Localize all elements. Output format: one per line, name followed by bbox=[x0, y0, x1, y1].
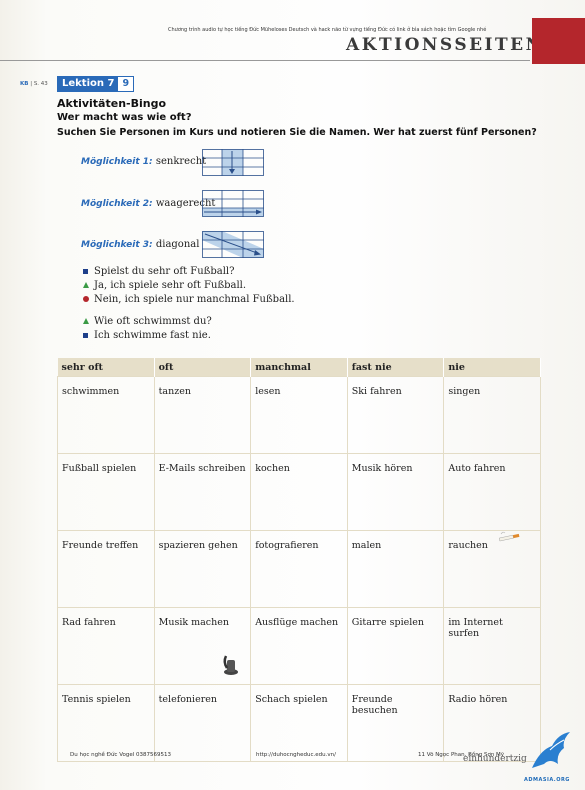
bingo-cell[interactable]: schwimmen bbox=[57, 376, 155, 454]
column-header: oft bbox=[154, 358, 252, 377]
bingo-cell[interactable]: Tennis spielen bbox=[57, 684, 155, 762]
bingo-cell[interactable]: Fußball spielen bbox=[57, 453, 155, 531]
telephone-icon bbox=[223, 655, 238, 675]
option-label: Möglichkeit 1: bbox=[81, 157, 153, 167]
header-rule bbox=[0, 60, 530, 61]
bingo-cell[interactable]: telefonieren bbox=[153, 684, 252, 762]
bingo-table: sehr oft oft manchmal fast nie nie schwi… bbox=[57, 358, 541, 762]
kb-label: KB bbox=[20, 81, 29, 87]
lektion-label: Lektion 7 bbox=[58, 77, 119, 91]
dialogue-line: Wie oft schwimmst du? bbox=[81, 316, 212, 327]
dialogue-text: Wie oft schwimmst du? bbox=[94, 316, 212, 327]
triangle-marker-icon bbox=[81, 281, 90, 290]
page-number-text: einhundertzig bbox=[463, 754, 527, 764]
textbook-page: Chương trình audio tự học tiếng Đức Mühe… bbox=[0, 0, 585, 790]
dialogue-text: Ja, ich spiele sehr oft Fußball. bbox=[94, 280, 247, 291]
bingo-cell[interactable]: Ausflüge machen bbox=[250, 607, 348, 685]
bingo-cell[interactable]: Schach spielen bbox=[250, 684, 348, 762]
triangle-marker-icon bbox=[81, 317, 90, 326]
option-diagonal: Möglichkeit 3: diagonal bbox=[81, 239, 199, 250]
option-label: Möglichkeit 2: bbox=[81, 199, 153, 209]
bingo-cell[interactable]: kochen bbox=[250, 453, 348, 531]
circle-marker-icon bbox=[81, 295, 90, 304]
activity-instruction: Suchen Sie Personen im Kurs und notieren… bbox=[57, 127, 537, 138]
bingo-cell[interactable]: fotografieren bbox=[250, 530, 348, 608]
dialogue-line: Ich schwimme fast nie. bbox=[81, 330, 211, 341]
bingo-cell[interactable]: malen bbox=[346, 530, 445, 608]
table-row: Fußball spielen E-Mails schreiben kochen… bbox=[57, 453, 541, 531]
option-text: senkrecht bbox=[155, 156, 207, 167]
column-header: manchmal bbox=[250, 358, 348, 377]
dialogue-text: Nein, ich spiele nur manchmal Fußball. bbox=[94, 294, 295, 305]
table-row: schwimmen tanzen lesen Ski fahren singen bbox=[57, 376, 541, 454]
lektion-badge: Lektion 7 9 bbox=[57, 76, 135, 92]
vertical-grid-icon bbox=[202, 149, 264, 176]
logo-text: ADMASIA.ORG bbox=[524, 777, 570, 783]
bingo-cell[interactable]: Gitarre spielen bbox=[346, 607, 445, 685]
bingo-cell[interactable]: Musik hören bbox=[346, 453, 445, 531]
dialogue-text: Ich schwimme fast nie. bbox=[94, 330, 211, 341]
diagonal-grid-icon bbox=[202, 231, 264, 258]
bingo-cell[interactable]: Rad fahren bbox=[57, 607, 155, 685]
column-header: nie bbox=[443, 358, 541, 377]
lektion-number: 9 bbox=[118, 77, 134, 91]
bird-logo-icon bbox=[532, 732, 570, 768]
table-header-row: sehr oft oft manchmal fast nie nie bbox=[57, 358, 541, 377]
column-header: fast nie bbox=[347, 358, 445, 377]
option-label: Möglichkeit 3: bbox=[81, 240, 153, 250]
dialogue-line: Nein, ich spiele nur manchmal Fußball. bbox=[81, 294, 295, 305]
cigarette-icon bbox=[498, 531, 520, 542]
chapter-color-tab bbox=[532, 18, 585, 64]
square-marker-icon bbox=[81, 267, 90, 276]
bingo-cell[interactable]: Radio hören bbox=[443, 684, 541, 762]
column-header: sehr oft bbox=[57, 358, 155, 377]
top-note: Chương trình audio tự học tiếng Đức Mühe… bbox=[168, 27, 487, 33]
dialogue-line: Spielst du sehr oft Fußball? bbox=[81, 266, 234, 277]
dialogue-text: Spielst du sehr oft Fußball? bbox=[94, 266, 235, 277]
bingo-cell[interactable]: tanzen bbox=[153, 376, 252, 454]
option-text: diagonal bbox=[155, 239, 200, 250]
square-marker-icon bbox=[81, 331, 90, 340]
horizontal-grid-icon bbox=[202, 190, 264, 217]
option-horizontal: Möglichkeit 2: waagerecht bbox=[81, 198, 215, 209]
activity-title: Aktivitäten-Bingo bbox=[57, 97, 167, 110]
bingo-cell[interactable]: Freunde besuchen bbox=[346, 684, 445, 762]
bingo-cell[interactable]: rauchen bbox=[443, 530, 541, 608]
bingo-cell[interactable]: spazieren gehen bbox=[153, 530, 252, 608]
footer-url[interactable]: http://duhocngheduc.edu.vn/ bbox=[256, 752, 336, 758]
dialogue-line: Ja, ich spiele sehr oft Fußball. bbox=[81, 280, 246, 291]
table-row: Tennis spielen telefonieren Schach spiel… bbox=[57, 684, 541, 762]
table-row: Freunde treffen spazieren gehen fotograf… bbox=[57, 530, 541, 608]
page-reference: KB | S. 43 bbox=[20, 81, 48, 87]
section-title: AKTIONSSEITEN bbox=[346, 35, 544, 55]
bingo-cell[interactable]: Ski fahren bbox=[346, 376, 445, 454]
bingo-cell[interactable]: Auto fahren bbox=[443, 453, 541, 531]
footer-left: Du học nghề Đức Vogel 0387569513 bbox=[70, 752, 172, 758]
bingo-cell[interactable]: Freunde treffen bbox=[57, 530, 155, 608]
option-vertical: Möglichkeit 1: senkrecht bbox=[81, 156, 206, 167]
kb-page: | S. 43 bbox=[30, 81, 48, 87]
bingo-cell[interactable]: singen bbox=[443, 376, 541, 454]
table-row: Rad fahren Musik machen Ausflüge machen … bbox=[57, 607, 541, 685]
activity-subtitle: Wer macht was wie oft? bbox=[57, 112, 192, 123]
bingo-cell[interactable]: im Internet surfen bbox=[443, 607, 541, 685]
bingo-cell[interactable]: lesen bbox=[250, 376, 348, 454]
bingo-cell[interactable]: E-Mails schreiben bbox=[153, 453, 252, 531]
